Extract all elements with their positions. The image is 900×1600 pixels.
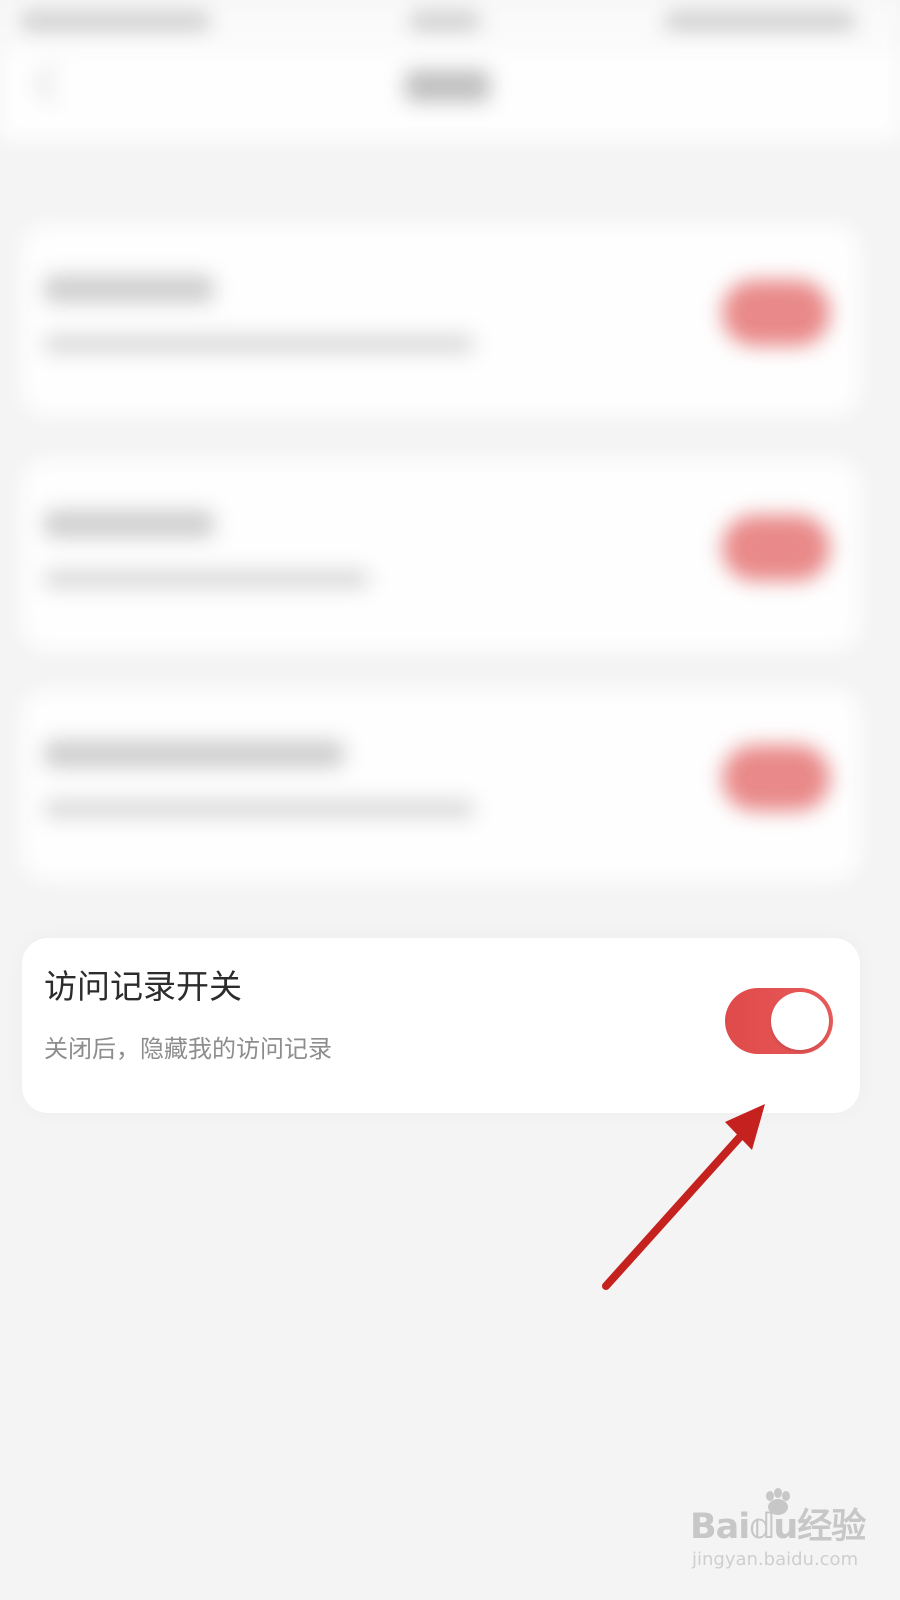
watermark-url: jingyan.baidu.com — [692, 1549, 859, 1570]
blurred-background — [0, 0, 900, 960]
setting-subtitle-1 — [44, 335, 474, 353]
setting-card-3 — [22, 690, 860, 880]
visit-record-setting-card: 访问记录开关 关闭后，隐藏我的访问记录 — [22, 938, 860, 1113]
setting-subtitle-3 — [44, 800, 474, 818]
setting-card-1 — [22, 225, 860, 415]
toggle-switch-1 — [722, 280, 830, 346]
visit-record-description: 关闭后，隐藏我的访问记录 — [44, 1035, 332, 1063]
baidu-jingyan-watermark: Bai𝕕u经验 jingyan.baidu.com — [690, 1488, 866, 1578]
watermark-logo-text: Bai𝕕u经验 — [690, 1507, 866, 1547]
setting-title-3 — [44, 740, 344, 768]
status-bar — [0, 0, 900, 50]
visit-record-toggle[interactable] — [725, 988, 833, 1054]
status-bar-left — [20, 12, 210, 30]
status-bar-time — [410, 12, 480, 30]
nav-title — [405, 70, 490, 102]
back-icon — [34, 64, 74, 104]
toggle-knob — [771, 992, 829, 1050]
setting-subtitle-2 — [44, 570, 369, 588]
top-navigation-bar — [0, 50, 900, 140]
visit-record-title: 访问记录开关 — [44, 967, 242, 1006]
toggle-switch-3 — [722, 745, 830, 811]
toggle-switch-2 — [722, 515, 830, 581]
status-bar-right — [665, 12, 855, 30]
setting-title-2 — [44, 510, 214, 538]
setting-title-1 — [44, 275, 214, 303]
setting-card-2 — [22, 460, 860, 650]
arrow-shaft — [602, 1124, 752, 1290]
